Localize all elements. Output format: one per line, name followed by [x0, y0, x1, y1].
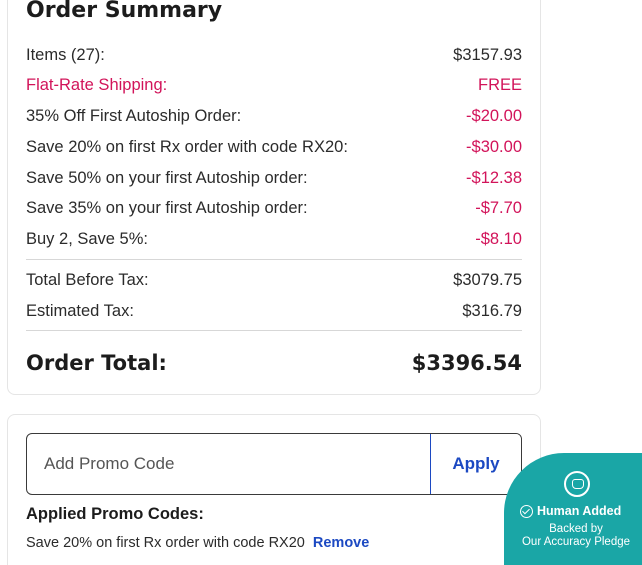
summary-row-discount: Save 50% on your first Autoship order: -… [26, 167, 522, 189]
summary-row-before-tax: Total Before Tax: $3079.75 [26, 269, 522, 291]
badge-line-1: Backed by [549, 523, 603, 535]
remove-promo-link[interactable]: Remove [313, 535, 369, 551]
row-value: FREE [477, 75, 522, 94]
apply-button[interactable]: Apply [430, 434, 521, 494]
summary-row-discount: 35% Off First Autoship Order: -$20.00 [26, 105, 522, 127]
row-label: Total Before Tax: [26, 270, 149, 289]
order-total-label: Order Total: [26, 351, 167, 375]
summary-row-discount: Buy 2, Save 5%: -$8.10 [26, 228, 522, 250]
row-label: Items (27): [26, 45, 105, 64]
row-label: Save 20% on first Rx order with code RX2… [26, 137, 348, 156]
row-label: Flat-Rate Shipping: [26, 75, 168, 94]
row-value: $3157.93 [453, 45, 522, 64]
badge-line-2: Our Accuracy Pledge [521, 536, 631, 548]
promo-code-input[interactable] [27, 434, 430, 494]
row-label: Save 35% on your first Autoship order: [26, 198, 308, 217]
badge-title: Human Added [520, 504, 621, 518]
order-summary-title: Order Summary [26, 0, 223, 23]
row-value: -$8.10 [475, 229, 522, 248]
badge-subtitle: Backed by Our Accuracy Pledge [504, 523, 642, 549]
row-label: 35% Off First Autoship Order: [26, 106, 242, 125]
summary-row-shipping: Flat-Rate Shipping: FREE [26, 74, 522, 96]
row-value: -$30.00 [466, 137, 522, 156]
summary-row-items: Items (27): $3157.93 [26, 44, 522, 66]
applied-promo-item: Save 20% on first Rx order with code RX2… [26, 535, 369, 551]
row-label: Estimated Tax: [26, 301, 134, 320]
summary-row-tax: Estimated Tax: $316.79 [26, 300, 522, 322]
row-value: -$7.70 [475, 198, 522, 217]
row-label: Save 50% on your first Autoship order: [26, 168, 308, 187]
applied-promo-text: Save 20% on first Rx order with code RX2… [26, 535, 305, 551]
accuracy-badge[interactable]: Human Added Backed by Our Accuracy Pledg… [504, 453, 642, 565]
row-value: $316.79 [462, 301, 522, 320]
badge-title-text: Human Added [537, 504, 622, 518]
row-value: -$12.38 [466, 168, 522, 187]
row-label: Buy 2, Save 5%: [26, 229, 148, 248]
row-value: $3079.75 [453, 270, 522, 289]
applied-promo-title: Applied Promo Codes: [26, 505, 204, 523]
order-total-row: Order Total: $3396.54 [26, 349, 522, 377]
order-total-value: $3396.54 [411, 351, 522, 375]
summary-row-discount: Save 35% on your first Autoship order: -… [26, 197, 522, 219]
check-circle-icon [520, 504, 533, 518]
summary-row-discount: Save 20% on first Rx order with code RX2… [26, 136, 522, 158]
divider [26, 330, 522, 331]
row-value: -$20.00 [466, 106, 522, 125]
chat-bubble-icon [564, 471, 590, 497]
divider [26, 259, 522, 260]
promo-code-form: Apply [26, 433, 522, 495]
